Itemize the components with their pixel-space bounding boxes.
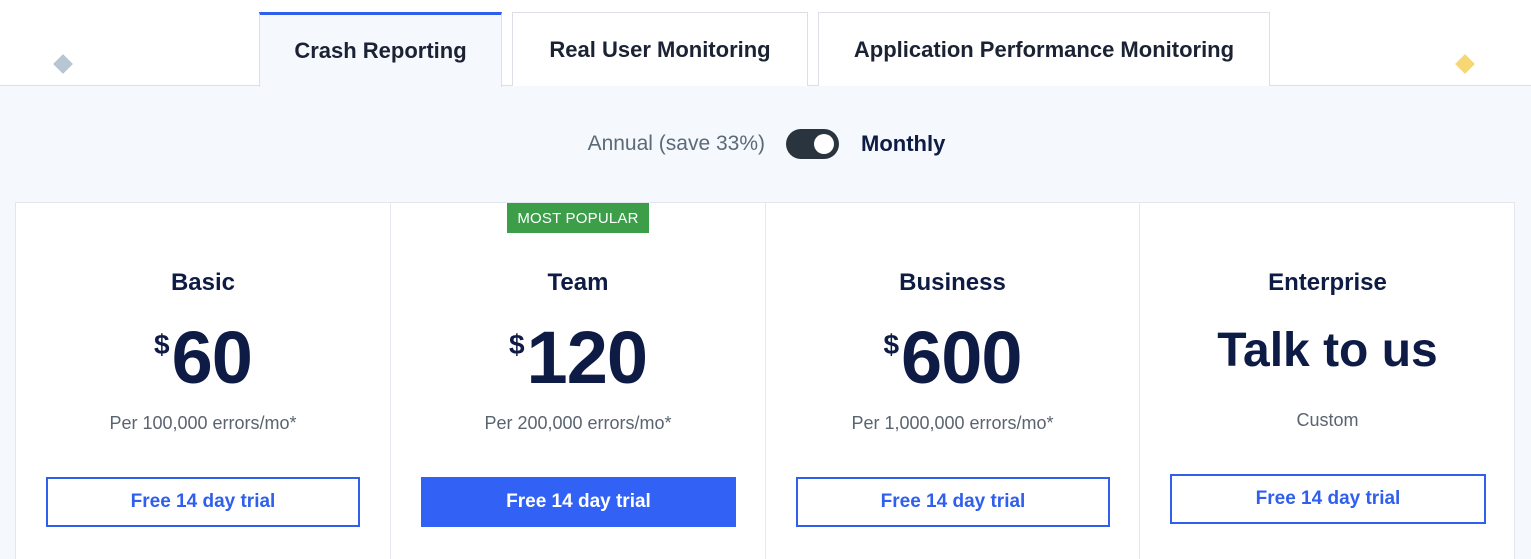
plan-price-text: Talk to us [1217, 324, 1438, 377]
most-popular-badge: MOST POPULAR [507, 203, 649, 233]
tab-real-user-monitoring[interactable]: Real User Monitoring [512, 12, 808, 86]
product-tabs: Crash Reporting Real User Monitoring App… [0, 0, 1531, 87]
plan-card-basic: Basic $ 60 Per 100,000 errors/mo* Free 1… [16, 203, 390, 559]
plan-description: Custom [1296, 410, 1359, 430]
free-trial-button-team[interactable]: Free 14 day trial [421, 477, 736, 527]
tab-crash-reporting[interactable]: Crash Reporting [259, 12, 502, 87]
plan-description: Per 200,000 errors/mo* [484, 413, 672, 433]
plan-card-enterprise: Enterprise Talk to us Custom Free 14 day… [1139, 203, 1515, 559]
billing-period-toggle[interactable] [786, 129, 839, 159]
plan-card-team: MOST POPULAR Team $ 120 Per 200,000 erro… [390, 203, 765, 559]
plan-price: $ 120 [391, 321, 765, 395]
currency-symbol: $ [154, 329, 170, 360]
pricing-cards: Basic $ 60 Per 100,000 errors/mo* Free 1… [15, 202, 1515, 559]
price-amount: 120 [526, 316, 648, 399]
plan-name: Business [899, 269, 1006, 296]
toggle-knob [814, 134, 834, 154]
diamond-decoration-icon [1455, 54, 1475, 74]
currency-symbol: $ [883, 329, 900, 360]
plan-name: Enterprise [1268, 269, 1387, 296]
tab-application-performance-monitoring[interactable]: Application Performance Monitoring [818, 12, 1270, 86]
annual-billing-label[interactable]: Annual (save 33%) [588, 132, 765, 156]
price-amount: 600 [901, 316, 1022, 399]
plan-price: $ 60 [16, 321, 390, 395]
plan-description: Per 100,000 errors/mo* [109, 413, 297, 433]
monthly-billing-label[interactable]: Monthly [861, 131, 945, 157]
free-trial-button-enterprise[interactable]: Free 14 day trial [1170, 474, 1486, 524]
plan-price: $ 600 [766, 321, 1139, 395]
plan-name: Basic [170, 269, 236, 296]
currency-symbol: $ [508, 329, 525, 360]
free-trial-button-business[interactable]: Free 14 day trial [796, 477, 1110, 527]
free-trial-button-basic[interactable]: Free 14 day trial [46, 477, 360, 527]
plan-description: Per 1,000,000 errors/mo* [851, 413, 1054, 433]
plan-name: Team [547, 269, 609, 296]
plan-card-business: Business $ 600 Per 1,000,000 errors/mo* … [765, 203, 1139, 559]
diamond-decoration-icon [53, 54, 73, 74]
price-amount: 60 [171, 316, 253, 399]
billing-toggle-row: Annual (save 33%) Monthly [0, 124, 1531, 164]
